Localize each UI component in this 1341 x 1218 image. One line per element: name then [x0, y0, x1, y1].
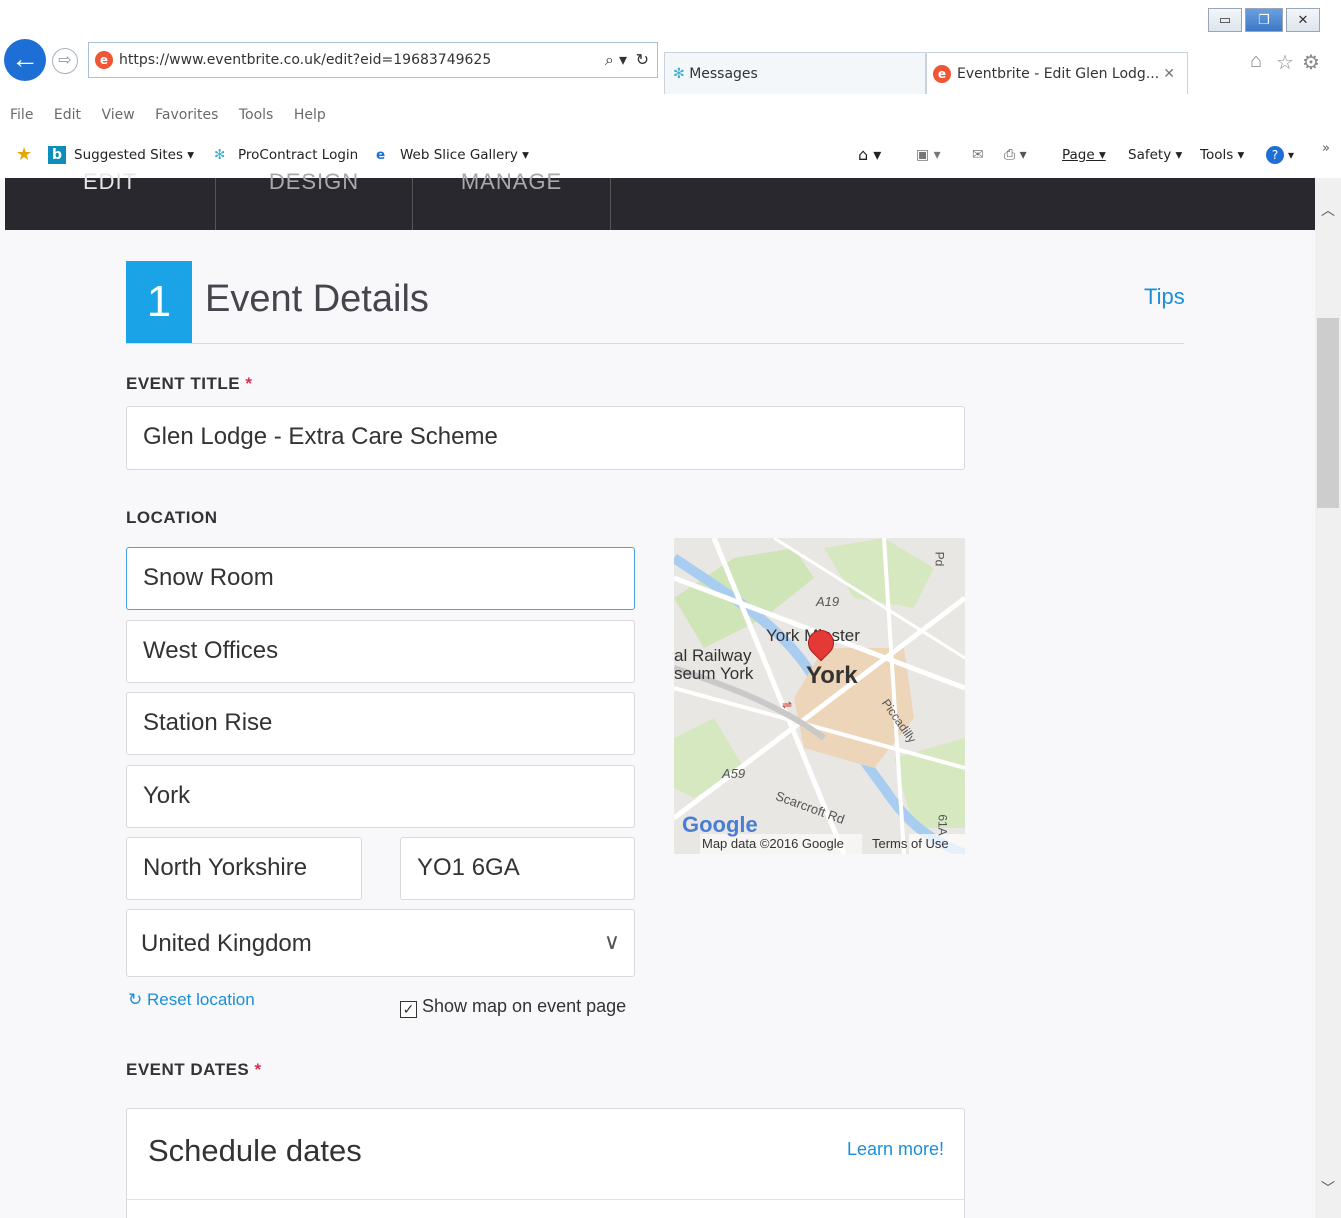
toolbar-overflow-icon[interactable]: » [1322, 134, 1330, 164]
county-input[interactable]: North Yorkshire [126, 837, 362, 900]
menu-tools[interactable]: Tools [239, 107, 274, 123]
safety-menu[interactable]: Safety ▾ [1128, 140, 1182, 170]
venue-input[interactable]: Snow Room [126, 547, 635, 610]
ie-icon: e [376, 147, 386, 163]
feeds-icon[interactable]: ▣ ▾ [916, 140, 941, 170]
settings-gear-icon[interactable]: ⚙ [1302, 50, 1320, 75]
section-number: 1 [146, 277, 172, 326]
close-window-button[interactable]: ✕ [1286, 8, 1320, 32]
url-text: https://www.eventbrite.co.uk/edit?eid=19… [119, 52, 492, 68]
country-value: United Kingdom [141, 930, 312, 957]
google-logo: Google [682, 812, 758, 837]
map-label-61a: 61A [935, 814, 950, 836]
refresh-icon[interactable]: ↻ [636, 43, 649, 77]
map-label-museum: seum York [674, 664, 754, 683]
show-map-checkbox-row[interactable]: ✓ Show map on event page [400, 996, 626, 1018]
search-icon[interactable]: ⌕ ▾ [605, 43, 627, 77]
show-map-checkbox[interactable]: ✓ [400, 1001, 417, 1018]
event-dates-label: EVENT DATES * [126, 1060, 262, 1080]
nav-manage[interactable]: MANAGE [413, 171, 611, 230]
map-label-a19: A19 [816, 594, 840, 609]
help-icon[interactable]: ? [1266, 146, 1284, 164]
location-map[interactable]: A19 York Minster al Railway seum York Yo… [674, 538, 965, 854]
map-label-pd: Pd [932, 551, 947, 567]
reset-location-link[interactable]: ↻ Reset location [128, 990, 255, 1010]
required-asterisk: * [245, 374, 253, 393]
tab-messages[interactable]: ✻ Messages [664, 52, 926, 94]
event-dates-label-text: EVENT DATES [126, 1060, 250, 1079]
event-title-label: EVENT TITLE * [126, 374, 252, 394]
scroll-up-icon[interactable]: ︿ [1321, 200, 1335, 220]
address-line1-input[interactable]: West Offices [126, 620, 635, 683]
page-content: 1 Event Details Tips EVENT TITLE * Glen … [0, 230, 1315, 1218]
event-title-input[interactable]: Glen Lodge - Extra Care Scheme [126, 406, 965, 470]
country-select[interactable]: United Kingdom ∨ [126, 909, 635, 977]
city-input[interactable]: York [126, 765, 635, 828]
minimize-button[interactable]: ▭ [1208, 8, 1242, 32]
suggested-sites-link[interactable]: Suggested Sites ▾ [74, 140, 194, 170]
forward-button[interactable]: ⇨ [52, 48, 78, 74]
procontract-icon: ✻ [214, 147, 226, 163]
back-button[interactable]: ← [4, 39, 46, 81]
map-label-railway: al Railway [674, 646, 752, 665]
close-tab-icon[interactable]: ✕ [1163, 53, 1175, 95]
show-map-label: Show map on event page [422, 996, 627, 1016]
learn-more-link[interactable]: Learn more! [847, 1139, 944, 1160]
address-bar[interactable]: e https://www.eventbrite.co.uk/edit?eid=1… [88, 42, 658, 78]
tab-eventbrite[interactable]: e Eventbrite - Edit Glen Lodg... ✕ [926, 52, 1188, 94]
refresh-icon: ↻ [128, 990, 143, 1009]
menu-bar: File Edit View Favorites Tools Help [0, 100, 332, 130]
menu-help[interactable]: Help [294, 107, 326, 123]
home-command-icon[interactable]: ⌂ ▾ [858, 140, 881, 170]
address-line2-input[interactable]: Station Rise [126, 692, 635, 755]
messages-favicon-icon: ✻ [673, 66, 685, 82]
browser-chrome: ▭ ❐ ✕ ← ⇨ e https://www.eventbrite.co.uk/… [0, 0, 1341, 178]
mail-icon[interactable]: ✉ [972, 140, 984, 170]
chevron-down-icon: ∨ [603, 929, 620, 954]
eventbrite-favicon-icon: e [95, 51, 113, 69]
menu-favorites[interactable]: Favorites [155, 107, 218, 123]
web-slice-gallery-link[interactable]: Web Slice Gallery ▾ [400, 140, 529, 170]
restore-button[interactable]: ❐ [1245, 8, 1283, 32]
map-attribution: Map data ©2016 Google [702, 836, 844, 851]
required-asterisk: * [254, 1060, 262, 1079]
favorites-bar: ★ b Suggested Sites ▾ ✻ ProContract Logi… [0, 140, 1341, 170]
map-label-york: York [806, 662, 858, 689]
menu-view[interactable]: View [101, 107, 134, 123]
event-title-label-text: EVENT TITLE [126, 374, 241, 393]
nav-design[interactable]: DESIGN [216, 171, 413, 230]
home-icon[interactable]: ⌂ [1250, 50, 1262, 73]
scroll-down-icon[interactable]: ﹀ [1321, 1178, 1335, 1198]
schedule-card-divider [127, 1199, 964, 1200]
map-terms-link[interactable]: Terms of Use [872, 836, 949, 851]
menu-file[interactable]: File [10, 107, 33, 123]
tips-link[interactable]: Tips [1144, 284, 1185, 310]
tools-menu[interactable]: Tools ▾ [1200, 140, 1244, 170]
procontract-link[interactable]: ProContract Login [238, 140, 358, 170]
eventbrite-favicon-icon: e [933, 65, 951, 83]
tab-label: Eventbrite - Edit Glen Lodg... [957, 66, 1160, 82]
nav-edit[interactable]: EDIT [5, 171, 216, 230]
scrollbar-thumb[interactable] [1317, 318, 1339, 508]
schedule-dates-card: Schedule dates Learn more! [126, 1108, 965, 1218]
rail-station-icon: ⇌ [782, 698, 793, 712]
section-number-badge: 1 [126, 261, 192, 343]
page-menu[interactable]: Page ▾ [1062, 140, 1106, 170]
postcode-input[interactable]: YO1 6GA [400, 837, 635, 900]
help-dropdown-icon[interactable]: ▾ [1288, 140, 1294, 170]
reset-location-text: Reset location [146, 990, 255, 1009]
favorites-star-icon[interactable]: ☆ [1276, 50, 1294, 75]
bing-icon: b [48, 146, 66, 164]
map-label-a59: A59 [722, 766, 746, 781]
tab-label: Messages [689, 66, 758, 82]
vertical-scrollbar[interactable]: ︿ ﹀ [1315, 178, 1341, 1218]
section-title: Event Details [205, 278, 429, 320]
event-nav-bar: EDIT DESIGN MANAGE [5, 171, 1315, 230]
location-label: LOCATION [126, 508, 218, 527]
menu-edit[interactable]: Edit [54, 107, 81, 123]
schedule-dates-title: Schedule dates [148, 1133, 362, 1168]
print-icon[interactable]: ⎙ ▾ [1004, 140, 1027, 170]
favorites-star-add-icon[interactable]: ★ [16, 140, 32, 170]
section-divider [126, 343, 1184, 344]
